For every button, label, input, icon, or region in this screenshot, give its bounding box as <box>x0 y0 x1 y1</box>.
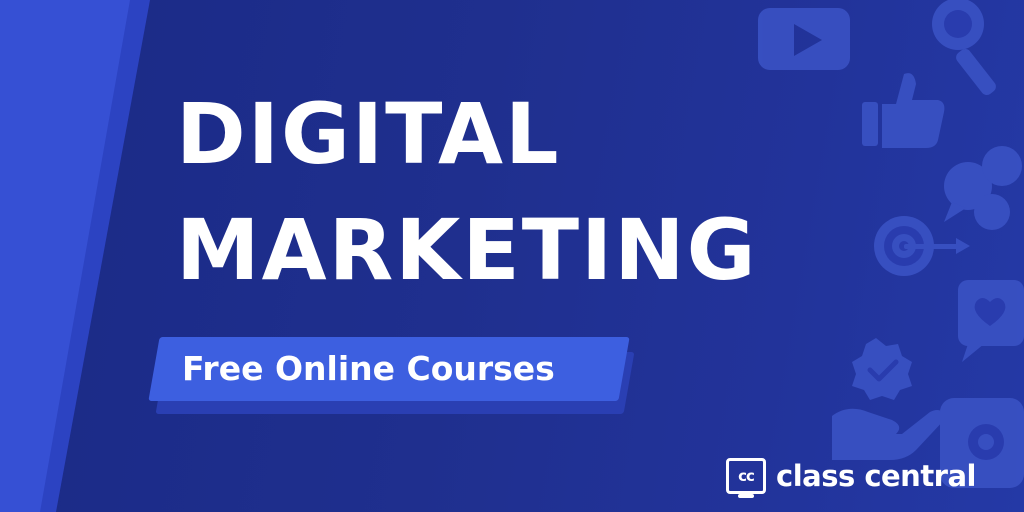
brand-name: class central <box>776 459 977 493</box>
thumbs-up-icon <box>862 73 945 148</box>
heart-message-icon <box>958 280 1024 362</box>
banner: DIGITAL MARKETING Free Online Courses cc… <box>0 0 1024 512</box>
brand-logo: cc class central <box>726 452 977 500</box>
verified-badge-icon <box>852 338 912 400</box>
class-central-logo-icon: cc <box>726 458 766 498</box>
magnifier-icon <box>932 0 996 95</box>
logo-mark: cc <box>738 466 755 485</box>
target-icon <box>874 216 970 276</box>
chat-bubbles-icon <box>944 146 1022 230</box>
video-play-icon <box>758 8 850 70</box>
marketing-icons <box>758 0 1024 488</box>
